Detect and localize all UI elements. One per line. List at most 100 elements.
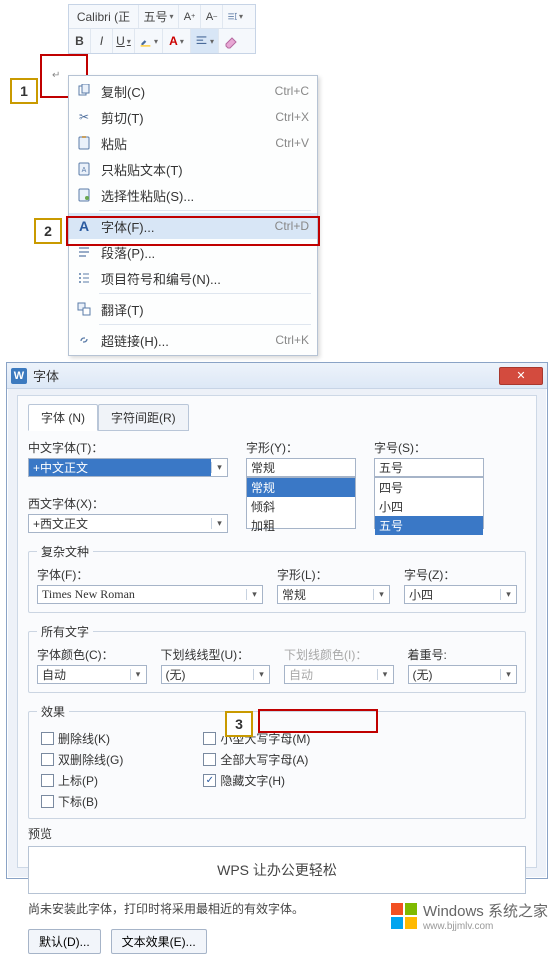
copy-icon <box>75 82 93 100</box>
preview-legend: 预览 <box>28 827 52 841</box>
checkbox-small-caps[interactable]: 小型大写字母(M) <box>203 730 310 747</box>
cn-font-value: +中文正文 <box>29 459 211 476</box>
complex-size-combo[interactable]: 小四 ▾ <box>404 585 517 604</box>
dialog-title: 字体 <box>33 366 499 385</box>
complex-script-group: 复杂文种 字体(F)： Times New Roman ▾ 字形(L)： 常规 … <box>28 543 526 613</box>
increase-font-button[interactable]: A+ <box>179 5 201 28</box>
hidden-label: 隐藏文字(H) <box>220 772 285 789</box>
style-option[interactable]: 加粗 <box>247 516 355 535</box>
font-color-button[interactable]: A ▾ <box>163 29 191 53</box>
complex-size-value: 小四 <box>405 586 500 603</box>
line-spacing-icon <box>227 9 237 25</box>
cn-font-combo[interactable]: +中文正文 ▾ <box>28 458 228 477</box>
menu-paste-text-label: 只粘贴文本(T) <box>101 160 309 179</box>
checkbox-icon <box>41 795 54 808</box>
en-font-combo[interactable]: +西文正文 ▾ <box>28 514 228 533</box>
style-input[interactable]: 常规 <box>246 458 356 477</box>
translate-icon <box>75 300 93 318</box>
complex-style-combo[interactable]: 常规 ▾ <box>277 585 390 604</box>
checkbox-icon <box>203 732 216 745</box>
size-option[interactable]: 四号 <box>375 478 483 497</box>
chevron-down-icon: ▾ <box>180 37 184 46</box>
chevron-down-icon: ▾ <box>500 669 516 680</box>
context-menu: 复制(C) Ctrl+C ✂ 剪切(T) Ctrl+X 粘贴 Ctrl+V A … <box>68 75 318 356</box>
size-option[interactable]: 小四 <box>375 497 483 516</box>
style-option[interactable]: 常规 <box>247 478 355 497</box>
underline-style-combo[interactable]: (无) ▾ <box>161 665 271 684</box>
checkbox-strike[interactable]: 删除线(K) <box>41 730 123 747</box>
menu-paragraph-label: 段落(P)... <box>101 243 309 262</box>
size-label: 字号(S)： <box>374 439 484 456</box>
font-color-value: 自动 <box>38 666 130 683</box>
en-font-value: +西文正文 <box>29 515 211 532</box>
style-listbox[interactable]: 常规 倾斜 加粗 <box>246 477 356 529</box>
cn-font-label: 中文字体(T)： <box>28 439 228 456</box>
menu-cut[interactable]: ✂ 剪切(T) Ctrl+X <box>69 104 317 130</box>
all-text-group: 所有文字 字体颜色(C)： 自动 ▾ 下划线线型(U)： (无) ▾ <box>28 623 526 693</box>
checkbox-checked-icon: ✓ <box>203 774 216 787</box>
size-listbox[interactable]: 四号 小四 五号 <box>374 477 484 529</box>
italic-button[interactable]: I <box>91 29 113 53</box>
menu-paste-text[interactable]: A 只粘贴文本(T) <box>69 156 317 182</box>
font-color-combo[interactable]: 自动 ▾ <box>37 665 147 684</box>
menu-paste-special[interactable]: 选择性粘贴(S)... <box>69 182 317 208</box>
emphasis-label: 着重号: <box>408 646 518 663</box>
dialog-close-button[interactable]: ✕ <box>499 367 543 385</box>
font-name-combo[interactable]: Calibri (正 <box>69 5 139 28</box>
decrease-font-button[interactable]: A– <box>201 5 223 28</box>
font-size-combo[interactable]: 五号 ▾ <box>139 5 179 28</box>
default-button[interactable]: 默认(D)... <box>28 929 101 954</box>
menu-paragraph[interactable]: 段落(P)... <box>69 239 317 265</box>
menu-hyperlink[interactable]: 超链接(H)... Ctrl+K <box>69 327 317 353</box>
menu-paste[interactable]: 粘贴 Ctrl+V <box>69 130 317 156</box>
windows-logo-icon <box>391 903 417 929</box>
checkbox-superscript[interactable]: 上标(P) <box>41 772 123 789</box>
chevron-down-icon: ▾ <box>127 37 131 46</box>
checkbox-double-strike[interactable]: 双删除线(G) <box>41 751 123 768</box>
highlight-button[interactable]: ▾ <box>135 29 163 53</box>
preview-box: WPS 让办公更轻松 <box>28 846 526 894</box>
eraser-button[interactable] <box>219 29 243 53</box>
underline-style-value: (无) <box>162 666 254 683</box>
link-icon <box>75 331 93 349</box>
paste-special-icon <box>75 186 93 204</box>
align-button[interactable]: ▾ <box>191 29 219 53</box>
menu-font[interactable]: A 字体(F)... Ctrl+D <box>69 213 317 239</box>
menu-bullets-label: 项目符号和编号(N)... <box>101 269 309 288</box>
menu-bullets[interactable]: 项目符号和编号(N)... <box>69 265 317 291</box>
size-input[interactable]: 五号 <box>374 458 484 477</box>
tab-char-spacing[interactable]: 字符间距(R) <box>98 404 189 431</box>
underline-color-combo: 自动 ▾ <box>284 665 394 684</box>
bold-button[interactable]: B <box>69 29 91 53</box>
all-text-legend: 所有文字 <box>37 623 93 640</box>
chevron-down-icon: ▾ <box>211 462 227 473</box>
size-option[interactable]: 五号 <box>375 516 483 535</box>
emphasis-combo[interactable]: (无) ▾ <box>408 665 518 684</box>
complex-font-value: Times New Roman <box>38 587 246 602</box>
svg-text:A: A <box>82 167 87 174</box>
underline-button[interactable]: U▾ <box>113 29 135 53</box>
checkbox-subscript[interactable]: 下标(B) <box>41 793 123 810</box>
font-name-value: Calibri (正 <box>77 8 130 25</box>
menu-paste-label: 粘贴 <box>101 134 275 153</box>
chevron-down-icon: ▾ <box>500 589 516 600</box>
menu-translate[interactable]: 翻译(T) <box>69 296 317 322</box>
tab-font[interactable]: 字体 (N) <box>28 404 98 431</box>
size-value: 五号 <box>375 459 483 476</box>
style-value: 常规 <box>247 459 355 476</box>
menu-copy[interactable]: 复制(C) Ctrl+C <box>69 78 317 104</box>
effects-legend: 效果 <box>37 703 69 720</box>
text-effect-button[interactable]: 文本效果(E)... <box>111 929 207 954</box>
menu-paste-special-label: 选择性粘贴(S)... <box>101 186 309 205</box>
style-label: 字形(Y)： <box>246 439 356 456</box>
line-spacing-button[interactable]: ▾ <box>223 5 247 28</box>
watermark-suffix: 系统之家 <box>488 903 548 920</box>
underline-color-label: 下划线颜色(I)： <box>284 646 394 663</box>
complex-size-label: 字号(Z)： <box>404 566 517 583</box>
checkbox-all-caps[interactable]: 全部大写字母(A) <box>203 751 310 768</box>
style-option[interactable]: 倾斜 <box>247 497 355 516</box>
menu-separator <box>99 293 311 294</box>
complex-font-combo[interactable]: Times New Roman ▾ <box>37 585 263 604</box>
checkbox-hidden-text[interactable]: ✓ 隐藏文字(H) <box>203 772 310 789</box>
menu-translate-label: 翻译(T) <box>101 300 309 319</box>
